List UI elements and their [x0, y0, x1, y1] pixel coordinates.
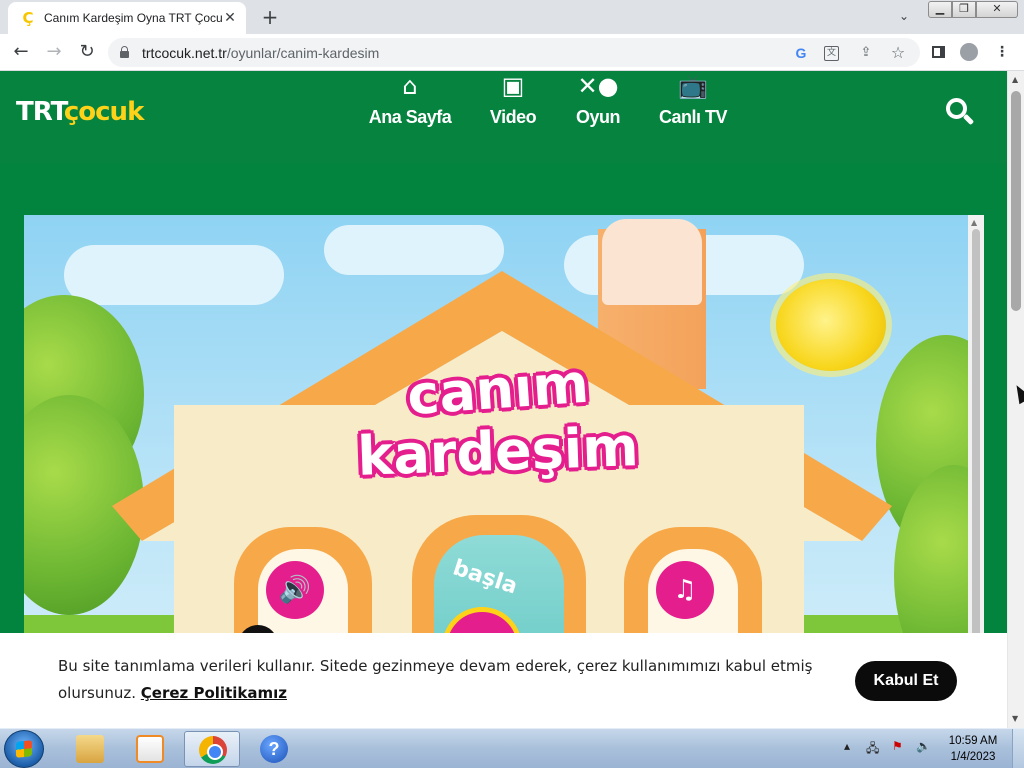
tab-title: Canım Kardeşim Oyna TRT Çocuk	[44, 11, 222, 25]
browser-tab[interactable]: Ç Canım Kardeşim Oyna TRT Çocuk ✕	[8, 2, 246, 34]
browser-tab-strip: Ç Canım Kardeşim Oyna TRT Çocuk ✕ + ⌄ ▁ …	[0, 0, 1024, 34]
nav-item-video[interactable]: ▣ Video	[488, 71, 538, 128]
window-maximize-button[interactable]: ❐	[952, 1, 976, 18]
nav-label-ana-sayfa: Ana Sayfa	[368, 107, 452, 127]
reload-icon[interactable]: ↻	[76, 41, 98, 63]
video-icon: ▣	[501, 72, 525, 100]
nav-item-ana-sayfa[interactable]: ⌂ Ana Sayfa	[368, 71, 452, 128]
site-header: TRTçocuk ⌂ Ana Sayfa ▣ Video ✕● Oyun 📺 C…	[0, 71, 1007, 163]
screen: Ç Canım Kardeşim Oyna TRT Çocuk ✕ + ⌄ ▁ …	[0, 0, 1024, 768]
address-bar[interactable]: trtcocuk.net.tr/oyunlar/canim-kardesim G…	[108, 38, 920, 67]
forward-icon[interactable]: →	[43, 41, 65, 63]
start-button-windows[interactable]	[4, 730, 44, 768]
scroll-down-icon[interactable]: ▼	[1012, 714, 1018, 723]
url-text[interactable]: trtcocuk.net.tr/oyunlar/canim-kardesim	[142, 45, 379, 61]
star-icon[interactable]: ☆	[889, 44, 907, 62]
folder-icon	[76, 735, 104, 763]
action-center-icon[interactable]: ⚑	[892, 739, 903, 753]
profile-icon[interactable]	[959, 42, 979, 62]
url-host: trtcocuk.net.tr	[142, 45, 227, 61]
scroll-up-arrow-icon[interactable]: ▲	[971, 218, 977, 227]
clock-time: 10:59 AM	[948, 735, 998, 747]
side-panel-icon[interactable]	[928, 42, 948, 62]
chrome-icon	[199, 736, 227, 764]
taskbar-chrome[interactable]	[184, 731, 240, 767]
translate-icon[interactable]: 文	[824, 46, 839, 61]
sound-icon: 🔊	[266, 561, 324, 619]
search-icon[interactable]	[946, 98, 976, 128]
new-tab-button[interactable]: +	[258, 6, 282, 28]
windows-logo-icon	[16, 740, 32, 758]
taskbar-help[interactable]: ?	[246, 731, 302, 767]
nav-label-video: Video	[489, 107, 537, 127]
logo-cocuk: çocuk	[63, 97, 144, 127]
google-icon[interactable]: G	[792, 44, 810, 62]
cloud-shape	[324, 225, 504, 275]
cookie-banner: Bu site tanımlama verileri kullanır. Sit…	[0, 633, 1007, 728]
trt-cocuk-logo[interactable]: TRTçocuk	[16, 97, 144, 127]
accept-cookies-button[interactable]: Kabul Et	[855, 661, 957, 701]
taskbar-explorer[interactable]	[62, 731, 118, 767]
nav-item-oyun[interactable]: ✕● Oyun	[574, 71, 622, 128]
volume-icon[interactable]: 🔈	[916, 739, 931, 753]
browser-toolbar: ← → ↻ trtcocuk.net.tr/oyunlar/canim-kard…	[0, 34, 1024, 71]
taskbar-media-player[interactable]	[122, 731, 178, 767]
window-minimize-button[interactable]: ▁	[928, 1, 952, 18]
back-icon[interactable]: ←	[10, 41, 32, 63]
home-icon: ⌂	[402, 72, 418, 100]
logo-trt: TRT	[16, 97, 65, 127]
game-title-line2: kardeşim	[356, 415, 640, 488]
media-player-icon	[136, 735, 164, 763]
window-close-button[interactable]: ✕	[976, 1, 1018, 18]
show-desktop-button[interactable]	[1012, 729, 1024, 768]
lock-icon[interactable]	[120, 46, 129, 58]
tv-icon: 📺	[678, 72, 708, 100]
nav-label-canli-tv: Canlı TV	[658, 107, 728, 127]
taskbar-clock[interactable]: 10:59 AM 1/4/2023	[940, 733, 1006, 765]
cookie-text: Bu site tanımlama verileri kullanır. Sit…	[58, 653, 828, 707]
music-icon: ♫	[656, 561, 714, 619]
trt-cocuk-favicon-icon: Ç	[22, 9, 34, 27]
tray-expand-icon[interactable]: ▴	[844, 739, 850, 753]
cookie-policy-link[interactable]: Çerez Politikamız	[141, 684, 287, 702]
windows-taskbar: ? ▴ 🖧 ⚑ 🔈 10:59 AM 1/4/2023	[0, 728, 1024, 768]
network-icon[interactable]: 🖧	[866, 739, 879, 760]
tab-close-icon[interactable]: ✕	[222, 10, 238, 26]
menu-icon[interactable]: ⋮	[992, 42, 1012, 62]
game-icon: ✕●	[577, 72, 619, 100]
clock-date: 1/4/2023	[950, 751, 996, 763]
nav-label-oyun: Oyun	[575, 107, 621, 127]
game-title: canım kardeşim	[328, 352, 668, 488]
tab-search-chevron-icon[interactable]: ⌄	[895, 9, 913, 25]
url-path: /oyunlar/canim-kardesim	[226, 45, 380, 61]
share-icon[interactable]: ⇪	[857, 44, 875, 62]
game-scrollbar-thumb[interactable]	[972, 229, 980, 689]
scroll-up-icon[interactable]: ▲	[1012, 75, 1018, 84]
help-icon: ?	[260, 735, 288, 763]
page-scrollbar-thumb[interactable]	[1011, 91, 1021, 311]
nav-item-canli-tv[interactable]: 📺 Canlı TV	[658, 71, 728, 128]
web-page: TRTçocuk ⌂ Ana Sayfa ▣ Video ✕● Oyun 📺 C…	[0, 71, 1007, 728]
